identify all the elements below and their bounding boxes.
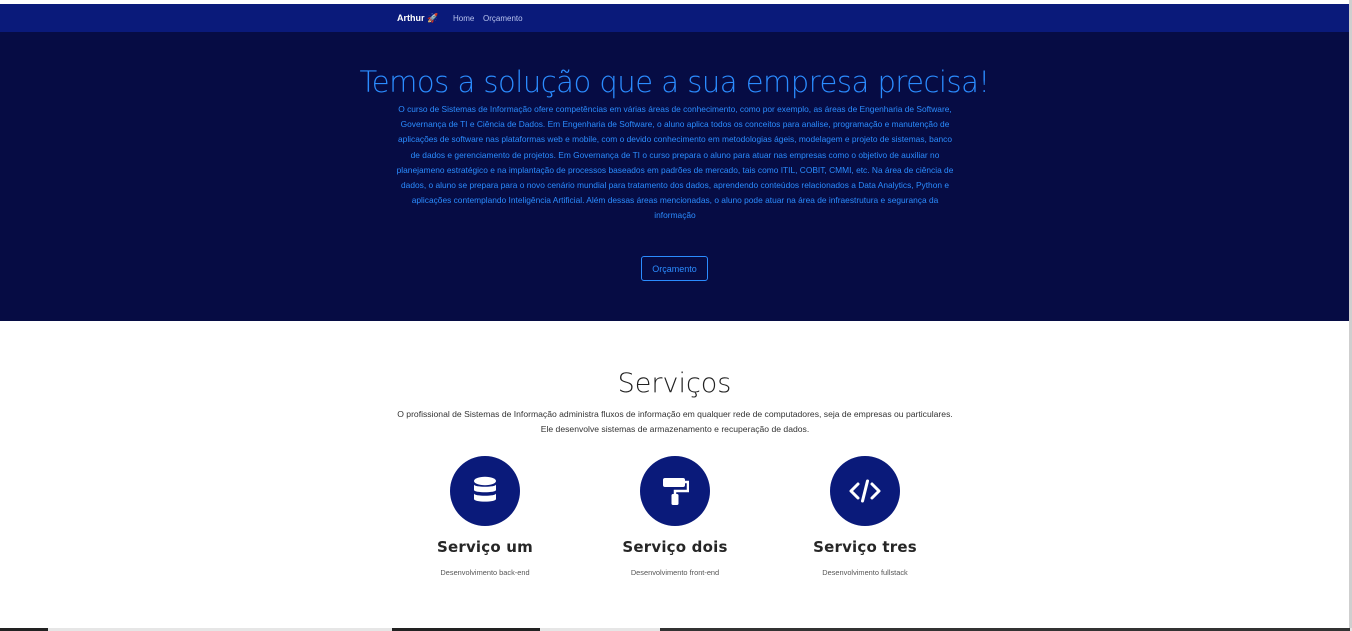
hero-description: O curso de Sistemas de Informação ofere …: [396, 104, 954, 221]
navbar: Arthur 🚀 Home Orçamento: [0, 4, 1349, 32]
service-name: Serviço dois: [622, 538, 728, 556]
nav-link-home[interactable]: Home: [453, 14, 474, 23]
services-title: Serviços: [617, 368, 732, 399]
services-description: O profissional de Sistemas de Informação…: [397, 409, 953, 435]
service-name: Serviço tres: [813, 538, 917, 556]
code-icon: [830, 456, 900, 526]
hero-section: Temos a solução que a sua empresa precis…: [0, 32, 1349, 321]
service-description: Desenvolvimento fullstack: [822, 568, 908, 577]
service-card-um: Serviço um Desenvolvimento back-end: [385, 456, 585, 577]
service-description: Desenvolvimento front-end: [630, 568, 720, 577]
brand-logo-link[interactable]: Arthur 🚀: [397, 13, 438, 24]
nav-link-orcamento[interactable]: Orçamento: [483, 14, 523, 23]
paint-roller-icon: [640, 456, 710, 526]
service-card-dois: Serviço dois Desenvolvimento front-end: [575, 456, 775, 577]
service-description: Desenvolvimento back-end: [440, 568, 530, 577]
service-name: Serviço um: [436, 538, 534, 556]
database-icon: [450, 456, 520, 526]
hero-title: Temos a solução que a sua empresa precis…: [359, 65, 991, 99]
orcamento-button[interactable]: Orçamento: [641, 256, 708, 281]
service-card-tres: Serviço tres Desenvolvimento fullstack: [765, 456, 965, 577]
